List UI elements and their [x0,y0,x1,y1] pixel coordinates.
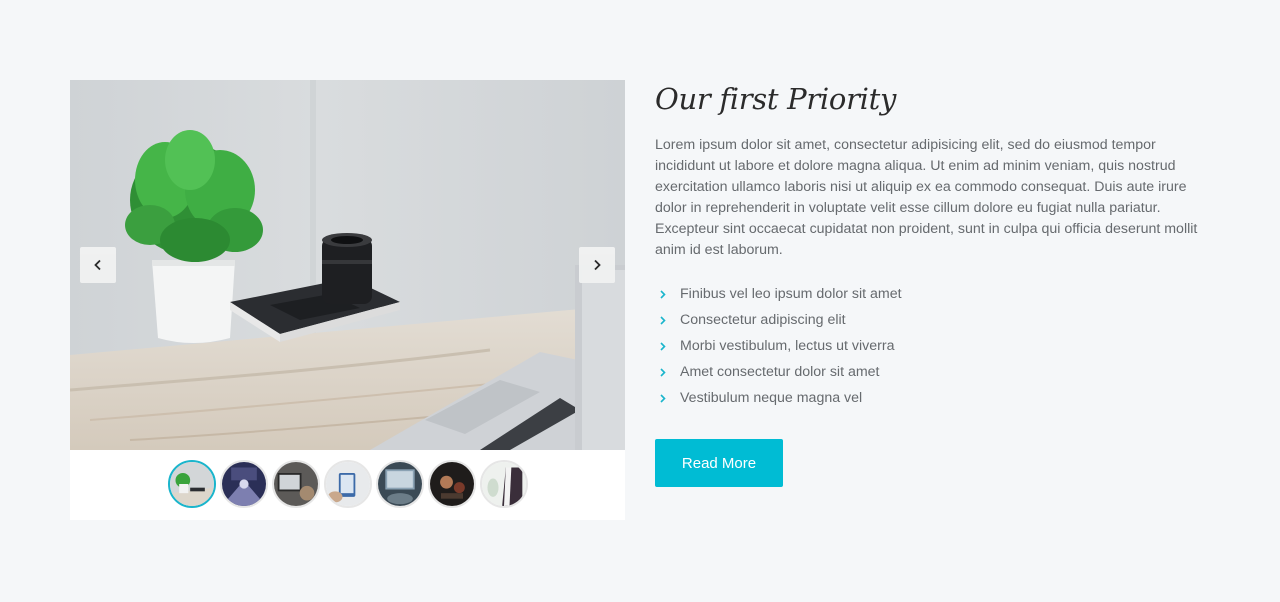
list-item: Vestibulum neque magna vel [655,385,1215,411]
read-more-button[interactable]: Read More [655,439,783,487]
thumbnail-4[interactable] [323,460,372,508]
list-item: Amet consectetur dolor sit amet [655,359,1215,385]
about-section: Our first Priority Lorem ipsum dolor sit… [0,0,1280,602]
chevron-right-icon [655,367,680,377]
chevron-right-icon [655,289,680,299]
slider-next-button[interactable] [579,247,615,283]
chevron-right-icon [594,259,601,271]
thumbnail-strip [70,460,625,510]
content-column: Our first Priority Lorem ipsum dolor sit… [655,80,1215,487]
chevron-right-icon [655,315,680,325]
thumbnail-6[interactable] [427,460,476,508]
thumbnail-5[interactable] [375,460,424,508]
thumbnail-3[interactable] [271,460,320,508]
chevron-left-icon [94,259,101,271]
image-slider [70,80,625,520]
feature-label: Morbi vestibulum, lectus ut viverra [680,338,895,354]
feature-label: Vestibulum neque magna vel [680,390,863,406]
list-item: Morbi vestibulum, lectus ut viverra [655,333,1215,359]
chevron-right-icon [655,341,680,351]
slide-image [70,80,625,450]
thumbnail-2[interactable] [219,460,268,508]
chevron-right-icon [655,393,680,403]
feature-list: Finibus vel leo ipsum dolor sit amet Con… [655,281,1215,411]
slider-prev-button[interactable] [80,247,116,283]
feature-label: Consectetur adipiscing elit [680,312,846,328]
section-paragraph: Lorem ipsum dolor sit amet, consectetur … [655,137,1198,258]
section-title: Our first Priority [655,82,897,116]
thumbnail-7[interactable] [479,460,528,508]
list-item: Finibus vel leo ipsum dolor sit amet [655,281,1215,307]
thumbnail-1[interactable] [167,460,216,508]
list-item: Consectetur adipiscing elit [655,307,1215,333]
feature-label: Amet consectetur dolor sit amet [680,364,880,380]
feature-label: Finibus vel leo ipsum dolor sit amet [680,286,902,302]
